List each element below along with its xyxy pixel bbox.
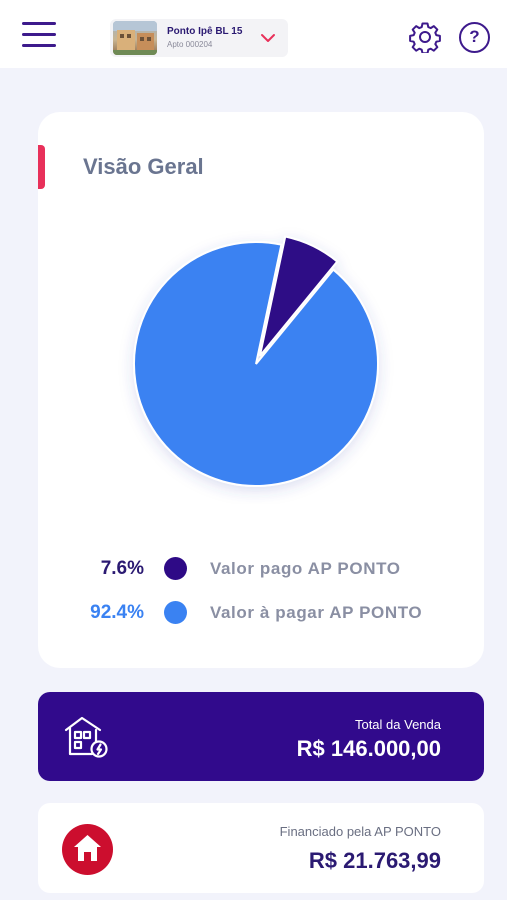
legend-percent-to-pay: 92.4% (90, 602, 144, 623)
financed-card[interactable]: Financiado pela AP PONTO R$ 21.763,99 (38, 803, 484, 893)
house-money-icon (64, 716, 108, 758)
total-sale-label: Total da Venda (354, 717, 441, 732)
pie-slice-1 (133, 241, 379, 487)
property-name: Ponto Ipê BL 15 (167, 26, 243, 37)
property-unit: Apto 000204 (167, 40, 213, 49)
legend-percent-paid: 7.6% (100, 558, 144, 579)
top-bar: Ponto Ipê BL 15 Apto 000204 ? (0, 0, 507, 68)
legend-dot-paid (164, 557, 187, 580)
help-icon[interactable]: ? (459, 22, 490, 53)
legend-label-paid: Valor pago AP PONTO (210, 559, 401, 578)
card-title: Visão Geral (83, 154, 204, 179)
gear-icon[interactable] (409, 21, 441, 53)
pie-chart (116, 224, 396, 504)
property-thumbnail (113, 21, 157, 55)
legend-dot-to-pay (164, 601, 187, 624)
legend-item-paid: 7.6% Valor pago AP PONTO (38, 556, 484, 582)
total-sale-value: R$ 146.000,00 (296, 736, 441, 761)
home-icon (62, 824, 113, 875)
property-selector[interactable]: Ponto Ipê BL 15 Apto 000204 (110, 19, 288, 57)
legend-label-to-pay: Valor à pagar AP PONTO (210, 603, 423, 622)
total-sale-card[interactable]: Total da Venda R$ 146.000,00 (38, 692, 484, 781)
financed-value: R$ 21.763,99 (308, 848, 441, 873)
hamburger-menu-icon[interactable] (22, 22, 58, 52)
chevron-down-icon (261, 34, 275, 42)
legend-item-to-pay: 92.4% Valor à pagar AP PONTO (38, 600, 484, 626)
financed-label: Financiado pela AP PONTO (279, 824, 441, 839)
overview-card: Visão Geral 7.6% Valor pago AP PONTO 92.… (38, 112, 484, 668)
accent-bar (38, 145, 45, 189)
